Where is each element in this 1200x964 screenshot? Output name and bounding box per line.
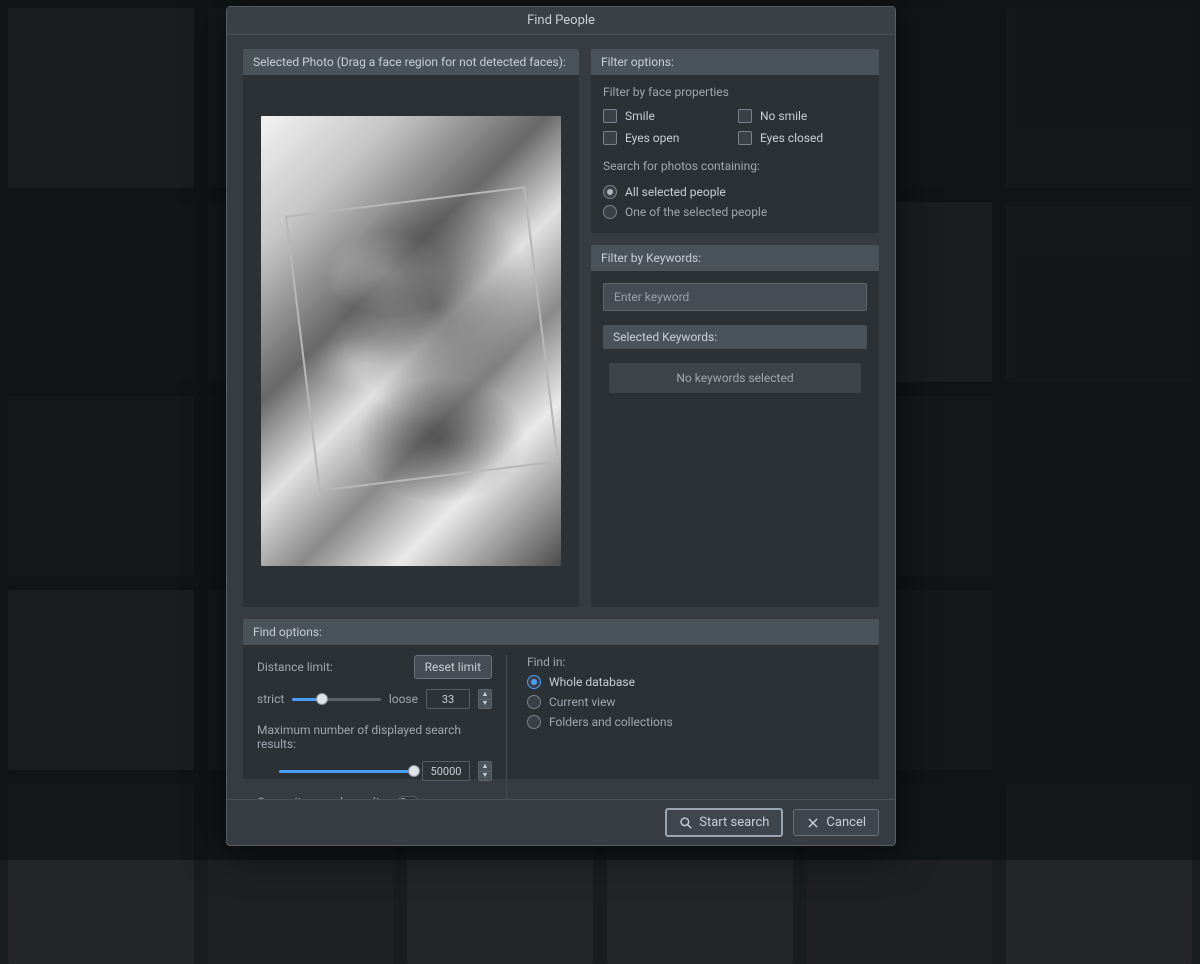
distance-limit-label: Distance limit: [257,660,333,674]
close-icon [806,816,820,830]
max-results-input[interactable] [422,761,470,781]
filter-options-panel: Filter options: Filter by face propertie… [591,49,879,233]
radio-all-selected-people[interactable]: All selected people [603,185,867,199]
no-keywords-placeholder: No keywords selected [609,363,861,393]
selected-photo[interactable] [261,116,561,566]
filter-options-header: Filter options: [591,49,879,75]
radio-folders-collections[interactable]: Folders and collections [527,715,865,729]
max-results-stepper[interactable]: ▲▼ [478,761,492,781]
keyword-input[interactable] [603,283,867,311]
radio-whole-database[interactable]: Whole database [527,675,865,689]
overwrite-label: Overwrite search results: [257,795,389,799]
start-search-button[interactable]: Start search [665,808,783,837]
search-icon [679,816,693,830]
find-people-dialog: Find People Selected Photo (Drag a face … [226,6,896,846]
checkbox-no-smile[interactable]: No smile [738,109,867,123]
radio-current-view[interactable]: Current view [527,695,865,709]
face-properties-label: Filter by face properties [603,85,867,99]
face-region-box[interactable] [285,186,559,491]
dialog-title: Find People [227,7,895,35]
distance-slider[interactable] [292,691,381,707]
radio-one-selected-people[interactable]: One of the selected people [603,205,867,219]
selected-photo-header: Selected Photo (Drag a face region for n… [243,49,579,75]
checkbox-eyes-closed[interactable]: Eyes closed [738,131,867,145]
containing-label: Search for photos containing: [603,159,867,173]
find-options-header: Find options: [243,619,879,645]
cancel-button[interactable]: Cancel [793,809,879,836]
filter-keywords-header: Filter by Keywords: [591,245,879,271]
selected-photo-panel: Selected Photo (Drag a face region for n… [243,49,579,607]
distance-stepper[interactable]: ▲▼ [478,689,492,709]
selected-keywords-header: Selected Keywords: [603,325,867,349]
find-options-panel: Find options: Distance limit: Reset limi… [243,619,879,779]
reset-limit-button[interactable]: Reset limit [414,655,492,679]
find-in-label: Find in: [527,655,865,669]
distance-value-input[interactable] [426,689,470,709]
checkbox-eyes-open[interactable]: Eyes open [603,131,732,145]
loose-label: loose [389,692,418,706]
max-results-slider[interactable] [279,763,414,779]
strict-label: strict [257,692,284,706]
checkbox-smile[interactable]: Smile [603,109,732,123]
max-results-label: Maximum number of displayed search resul… [257,723,492,751]
filter-keywords-panel: Filter by Keywords: Selected Keywords: N… [591,245,879,607]
overwrite-toggle[interactable] [397,796,419,799]
